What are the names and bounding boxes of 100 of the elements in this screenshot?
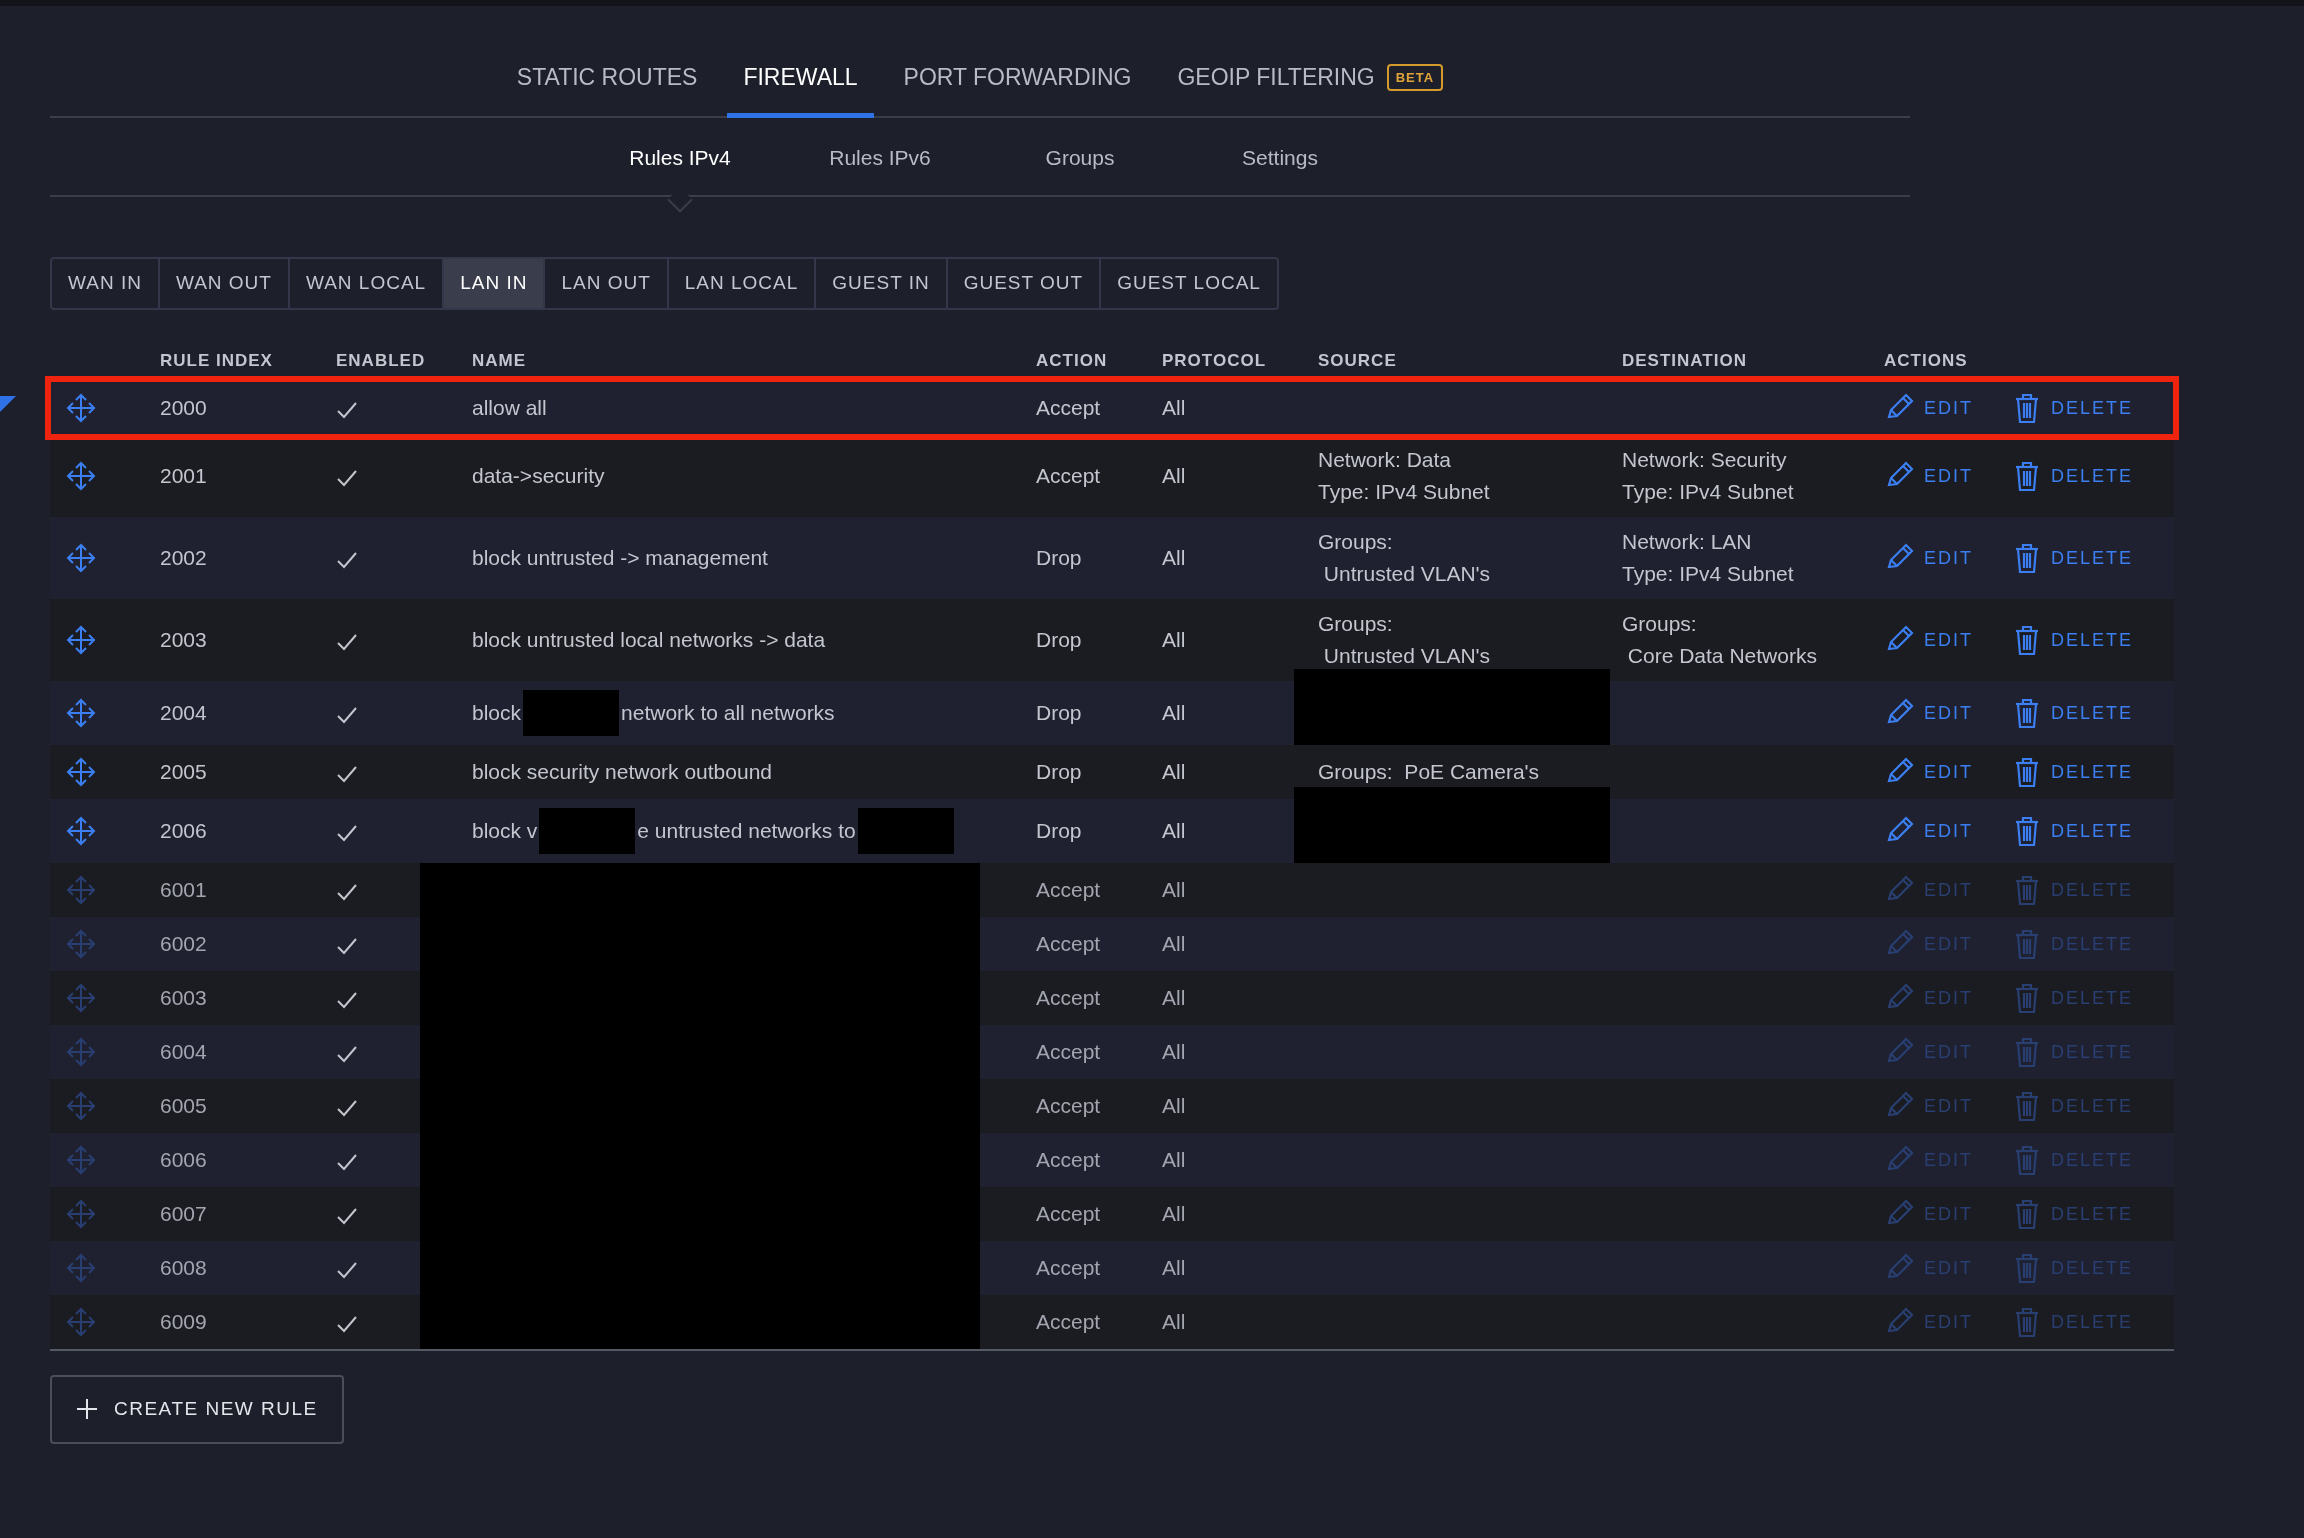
table-cell: 6003 [160, 971, 336, 1025]
delete-button[interactable]: DELETE [2013, 624, 2134, 656]
table-cell: Accept [1036, 1025, 1162, 1079]
table-cell: All [1162, 681, 1318, 745]
table-cell: Accept [1036, 1079, 1162, 1133]
column-header: RULE INDEX [160, 347, 336, 381]
table-cell: All [1162, 1187, 1318, 1241]
table-cell: Accept [1036, 1241, 1162, 1295]
chain-tab[interactable]: GUEST IN [816, 259, 948, 308]
edit-button[interactable]: EDIT [1884, 543, 1973, 573]
trash-icon [2013, 1036, 2041, 1068]
chain-tab[interactable]: WAN OUT [159, 259, 290, 308]
delete-button[interactable]: DELETE [2013, 460, 2134, 492]
column-header: ACTIONS [1884, 347, 2174, 381]
sub-tab[interactable]: Groups [980, 137, 1180, 177]
table-cell: All [1162, 1025, 1318, 1079]
trash-icon [2013, 697, 2041, 729]
table-cell: All [1162, 799, 1318, 863]
delete-button[interactable]: DELETE [2013, 815, 2134, 847]
table-cell-text: Core Data Networks [1626, 643, 1818, 669]
trash-icon [2013, 1306, 2041, 1338]
table-cell-text: Network: Security [1622, 447, 1788, 473]
trash-icon [2013, 624, 2041, 656]
sub-tab[interactable]: Rules IPv6 [780, 137, 980, 177]
table-cell: 6002 [160, 917, 336, 971]
trash-icon [2013, 815, 2041, 847]
beta-badge: BETA [1386, 63, 1444, 91]
table-cell: All [1162, 971, 1318, 1025]
chain-tab[interactable]: LAN OUT [545, 259, 669, 308]
drag-handle-icon[interactable] [66, 1037, 96, 1067]
create-rule-button[interactable]: CREATE NEW RULE [50, 1375, 344, 1444]
table-cell: 6006 [160, 1133, 336, 1187]
table-cell: 6009 [160, 1295, 336, 1350]
chain-tab[interactable]: GUEST OUT [947, 259, 1102, 308]
table-cell: Accept [1036, 1133, 1162, 1187]
nav-tab[interactable]: GEOIP FILTERING BETA [1161, 56, 1460, 118]
drag-handle-icon[interactable] [66, 543, 96, 573]
table-cell: 6008 [160, 1241, 336, 1295]
table-cell: Accept [1036, 1295, 1162, 1350]
drag-handle-icon[interactable] [66, 625, 96, 655]
chain-tab[interactable]: LAN IN [444, 259, 546, 308]
trash-icon [2013, 756, 2041, 788]
table-cell: Accept [1036, 435, 1162, 517]
plus-icon [76, 1398, 98, 1421]
drag-handle-icon[interactable] [66, 461, 96, 491]
drag-handle-icon[interactable] [66, 1091, 96, 1121]
drag-handle-icon[interactable] [66, 1307, 96, 1337]
drag-handle-icon[interactable] [66, 1145, 96, 1175]
nav-tab[interactable]: FIREWALL [727, 56, 874, 118]
chain-tab[interactable]: WAN IN [52, 259, 160, 308]
table-cell: Accept [1036, 971, 1162, 1025]
table-cell-text: Groups: [1318, 529, 1394, 555]
drag-handle-icon[interactable] [66, 698, 96, 728]
table-cell: 6007 [160, 1187, 336, 1241]
chain-tab[interactable]: LAN LOCAL [668, 259, 817, 308]
table-cell: 6004 [160, 1025, 336, 1079]
sub-tab[interactable]: Settings [1180, 137, 1380, 177]
table-cell: 6005 [160, 1079, 336, 1133]
column-header: ENABLED [336, 347, 472, 381]
trash-icon [2013, 1252, 2041, 1284]
drag-handle-icon[interactable] [66, 1199, 96, 1229]
table-cell: 2001 [160, 435, 336, 517]
drag-handle-icon[interactable] [66, 757, 96, 787]
edit-button[interactable]: EDIT [1884, 816, 1973, 846]
drag-handle-icon[interactable] [66, 983, 96, 1013]
table-cell: 2004 [160, 681, 336, 745]
delete-button[interactable]: DELETE [2013, 542, 2134, 574]
table-cell: All [1162, 381, 1318, 435]
table-cell: 2006 [160, 799, 336, 863]
table-cell: All [1162, 517, 1318, 599]
sub-tab[interactable]: Rules IPv4 [580, 137, 780, 177]
drag-handle-icon[interactable] [66, 816, 96, 846]
table-cell-text: data->security [472, 463, 605, 490]
trash-icon [2013, 1090, 2041, 1122]
column-header: ACTION [1036, 347, 1162, 381]
table-cell: 6001 [160, 863, 336, 917]
table-cell-text: Untrusted VLAN's [1322, 643, 1492, 669]
table-cell: Drop [1036, 517, 1162, 599]
edit-button[interactable]: EDIT [1884, 393, 1973, 423]
delete-button[interactable]: DELETE [2013, 392, 2134, 424]
trash-icon [2013, 460, 2041, 492]
delete-button[interactable]: DELETE [2013, 756, 2134, 788]
drag-handle-icon[interactable] [66, 393, 96, 423]
drag-handle-icon[interactable] [66, 1253, 96, 1283]
edit-button[interactable]: EDIT [1884, 625, 1973, 655]
nav-tab[interactable]: STATIC ROUTES [500, 56, 714, 118]
table-cell: Drop [1036, 599, 1162, 681]
table-cell-text: e untrusted networks to [637, 818, 856, 845]
edit-button[interactable]: EDIT [1884, 461, 1973, 491]
column-header: NAME [472, 347, 1036, 381]
table-cell: All [1162, 1079, 1318, 1133]
edit-button[interactable]: EDIT [1884, 757, 1973, 787]
drag-handle-icon[interactable] [66, 929, 96, 959]
delete-button[interactable]: DELETE [2013, 697, 2134, 729]
drag-handle-icon[interactable] [66, 875, 96, 905]
edit-button[interactable]: EDIT [1884, 698, 1973, 728]
nav-tab[interactable]: PORT FORWARDING [887, 56, 1148, 118]
table-cell-text: network to all networks [621, 700, 835, 727]
chain-tab[interactable]: GUEST LOCAL [1101, 259, 1277, 308]
table-cell: Drop [1036, 745, 1162, 799]
